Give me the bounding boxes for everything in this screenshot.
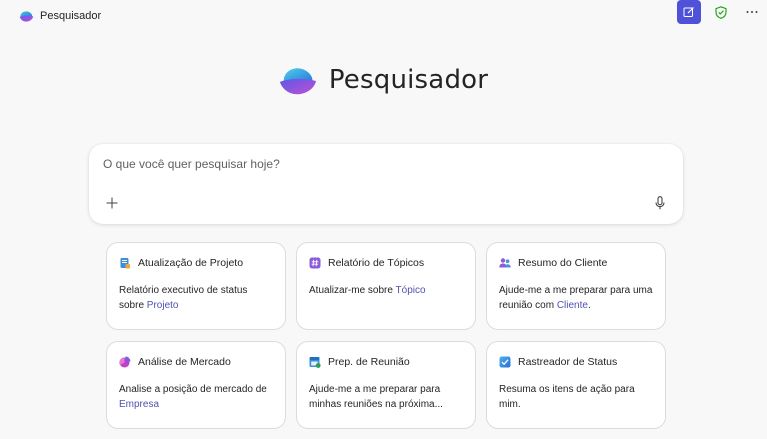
card-placeholder-link[interactable]: Tópico <box>396 285 426 296</box>
prompt-card-client-summary[interactable]: Resumo do Cliente Ajude-me a me preparar… <box>486 242 666 330</box>
card-placeholder-link[interactable]: Cliente <box>557 300 588 311</box>
plus-icon <box>106 197 118 209</box>
prompt-card-topic-report[interactable]: Relatório de Tópicos Atualizar-me sobre … <box>296 242 476 330</box>
card-description: Resuma os itens de ação para mim. <box>499 384 635 410</box>
card-description: Relatório executivo de status sobre Proj… <box>119 285 248 311</box>
card-description: Ajude-me a me preparar para uma reunião … <box>499 285 653 311</box>
prompt-card-market-analysis[interactable]: Análise de Mercado Analise a posição de … <box>106 341 286 429</box>
card-placeholder-link[interactable]: Projeto <box>147 300 179 311</box>
people-icon <box>499 258 511 268</box>
card-title: Análise de Mercado <box>138 356 231 368</box>
pie-chart-icon <box>119 356 131 368</box>
card-title: Prep. de Reunião <box>328 356 410 368</box>
top-bar: Pesquisador <box>0 0 767 32</box>
card-description: Analise a posição de mercado de Empresa <box>119 384 267 410</box>
hashtag-icon <box>309 257 321 269</box>
search-box <box>89 144 683 224</box>
checkbox-icon <box>499 356 511 368</box>
more-options-button[interactable] <box>742 2 762 22</box>
card-title: Atualização de Projeto <box>138 257 244 269</box>
prompt-card-status-tracker[interactable]: Rastreador de Status Resuma os itens de … <box>486 341 666 429</box>
researcher-logo-large-icon <box>279 68 316 95</box>
card-title: Rastreador de Status <box>518 356 618 368</box>
new-chat-button[interactable] <box>677 0 701 24</box>
app-name: Pesquisador <box>40 10 102 22</box>
search-input[interactable] <box>103 154 663 174</box>
shield-button[interactable] <box>711 2 731 22</box>
card-description: Ajude-me a me preparar para minhas reuni… <box>309 384 443 410</box>
microphone-button[interactable] <box>650 193 670 213</box>
card-title: Resumo do Cliente <box>518 257 608 269</box>
card-placeholder-link[interactable]: Empresa <box>119 399 159 410</box>
prompt-card-project-update[interactable]: Atualização de Projeto Relatório executi… <box>106 242 286 330</box>
prompt-card-meeting-prep[interactable]: Prep. de Reunião Ajude-me a me preparar … <box>296 341 476 429</box>
shield-check-icon <box>715 5 727 19</box>
add-attachment-button[interactable] <box>102 193 122 213</box>
calendar-icon <box>309 357 321 368</box>
page-title: Pesquisador <box>328 65 489 95</box>
document-icon <box>120 258 130 269</box>
compose-icon <box>683 7 694 17</box>
hero: Pesquisador <box>0 60 767 100</box>
card-title: Relatório de Tópicos <box>328 257 425 269</box>
app-brand: Pesquisador <box>19 7 101 25</box>
researcher-logo-icon <box>19 11 34 22</box>
microphone-icon <box>655 196 665 210</box>
more-horizontal-icon <box>746 11 758 13</box>
card-description: Atualizar-me sobre Tópico <box>309 285 426 296</box>
